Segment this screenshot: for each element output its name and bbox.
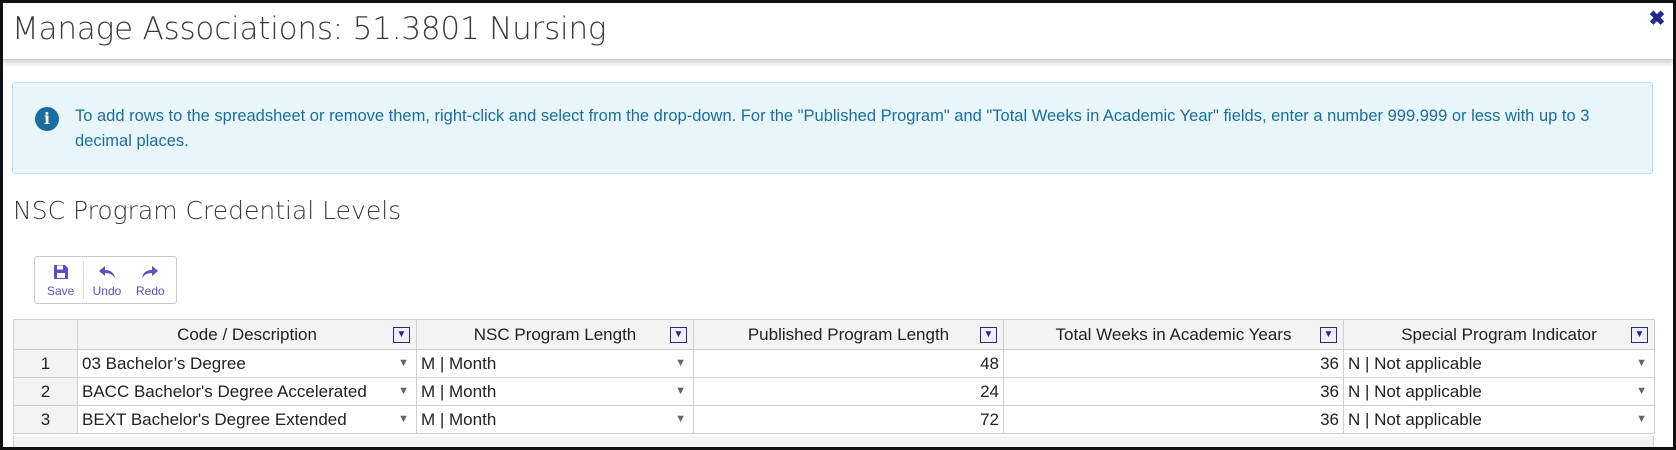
total-weeks-cell[interactable]: 36 xyxy=(1003,405,1344,434)
special-indicator-cell[interactable]: N | Not applicable ▼ xyxy=(1343,405,1655,434)
code-value: BEXT Bachelor's Degree Extended xyxy=(82,409,347,429)
dropdown-arrow-icon[interactable]: ▼ xyxy=(675,385,686,397)
nsc-length-value: M | Month xyxy=(421,353,497,373)
save-icon xyxy=(53,261,69,283)
column-header-code[interactable]: Code / Description ▼ xyxy=(77,319,417,350)
nsc-length-cell[interactable]: M | Month ▼ xyxy=(416,349,694,378)
code-value: BACC Bachelor's Degree Accelerated xyxy=(82,381,367,401)
table-row: 3 BEXT Bachelor's Degree Extended ▼ M | M… xyxy=(13,405,1655,434)
column-menu-icon[interactable]: ▼ xyxy=(980,327,997,343)
undo-button[interactable]: Undo xyxy=(85,261,128,301)
column-header-special-indicator[interactable]: Special Program Indicator ▼ xyxy=(1343,319,1655,350)
save-button[interactable]: Save xyxy=(39,261,82,301)
info-alert: i To add rows to the spreadsheet or remo… xyxy=(12,82,1653,174)
credential-levels-grid: Code / Description ▼ NSC Program Length … xyxy=(13,319,1655,434)
published-length-cell[interactable]: 72 xyxy=(693,405,1004,434)
published-length-cell[interactable]: 24 xyxy=(693,377,1004,406)
dropdown-arrow-icon[interactable]: ▼ xyxy=(1636,357,1647,369)
column-header-label: Total Weeks in Academic Years xyxy=(1055,324,1292,344)
column-header-label: Published Program Length xyxy=(747,324,950,344)
special-indicator-value: N | Not applicable xyxy=(1348,353,1482,373)
published-length-cell[interactable]: 48 xyxy=(693,349,1004,378)
column-menu-icon[interactable]: ▼ xyxy=(393,327,410,343)
code-cell[interactable]: BEXT Bachelor's Degree Extended ▼ xyxy=(77,405,417,434)
grid-header-row: Code / Description ▼ NSC Program Length … xyxy=(13,319,1655,350)
undo-label: Undo xyxy=(92,284,122,298)
toolbar-divider xyxy=(83,261,85,299)
dropdown-arrow-icon[interactable]: ▼ xyxy=(675,413,686,425)
special-indicator-value: N | Not applicable xyxy=(1348,381,1482,401)
dropdown-arrow-icon[interactable]: ▼ xyxy=(1636,413,1647,425)
column-header-label: Special Program Indicator xyxy=(1401,324,1597,344)
total-weeks-cell[interactable]: 36 xyxy=(1003,377,1344,406)
redo-button[interactable]: Redo xyxy=(129,261,172,301)
nsc-length-cell[interactable]: M | Month ▼ xyxy=(416,377,694,406)
dropdown-arrow-icon[interactable]: ▼ xyxy=(398,413,409,425)
row-number[interactable]: 2 xyxy=(13,377,78,406)
modal-title: Manage Associations: 51.3801 Nursing xyxy=(12,11,607,47)
undo-icon xyxy=(98,261,116,283)
info-icon: i xyxy=(35,107,59,131)
column-header-label: NSC Program Length xyxy=(473,324,637,344)
close-icon[interactable]: ✖ xyxy=(1647,9,1667,29)
column-menu-icon[interactable]: ▼ xyxy=(1320,327,1337,343)
manage-associations-modal: Manage Associations: 51.3801 Nursing ✖ i… xyxy=(0,0,1676,450)
redo-icon xyxy=(141,261,159,283)
row-number[interactable]: 3 xyxy=(13,405,78,434)
special-indicator-cell[interactable]: N | Not applicable ▼ xyxy=(1343,349,1655,378)
grid-toolbar: Save Undo Redo xyxy=(34,256,177,304)
nsc-length-cell[interactable]: M | Month ▼ xyxy=(416,405,694,434)
dropdown-arrow-icon[interactable]: ▼ xyxy=(675,357,686,369)
column-header-label: Code / Description xyxy=(177,324,317,344)
table-row: 1 03 Bachelor’s Degree ▼ M | Month ▼ 48 36… xyxy=(13,349,1655,378)
column-menu-icon[interactable]: ▼ xyxy=(670,327,687,343)
redo-label: Redo xyxy=(135,284,165,298)
column-header-published-length[interactable]: Published Program Length ▼ xyxy=(693,319,1004,350)
special-indicator-cell[interactable]: N | Not applicable ▼ xyxy=(1343,377,1655,406)
nsc-length-value: M | Month xyxy=(421,409,497,429)
dropdown-arrow-icon[interactable]: ▼ xyxy=(398,385,409,397)
column-header-nsc-length[interactable]: NSC Program Length ▼ xyxy=(416,319,694,350)
alert-text: To add rows to the spreadsheet or remove… xyxy=(75,107,1590,150)
grid-scroll-area[interactable] xyxy=(13,436,1654,447)
table-row: 2 BACC Bachelor's Degree Accelerated ▼ M … xyxy=(13,377,1655,406)
dropdown-arrow-icon[interactable]: ▼ xyxy=(398,357,409,369)
special-indicator-value: N | Not applicable xyxy=(1348,409,1482,429)
section-title: NSC Program Credential Levels xyxy=(13,196,402,225)
code-value: 03 Bachelor’s Degree xyxy=(82,353,246,373)
save-label: Save xyxy=(46,284,75,298)
code-cell[interactable]: 03 Bachelor’s Degree ▼ xyxy=(77,349,417,378)
code-cell[interactable]: BACC Bachelor's Degree Accelerated ▼ xyxy=(77,377,417,406)
row-number-header xyxy=(13,319,78,350)
nsc-length-value: M | Month xyxy=(421,381,497,401)
column-header-total-weeks[interactable]: Total Weeks in Academic Years ▼ xyxy=(1003,319,1344,350)
total-weeks-cell[interactable]: 36 xyxy=(1003,349,1344,378)
modal-header: Manage Associations: 51.3801 Nursing ✖ xyxy=(3,3,1673,60)
row-number[interactable]: 1 xyxy=(13,349,78,378)
column-menu-icon[interactable]: ▼ xyxy=(1631,327,1648,343)
dropdown-arrow-icon[interactable]: ▼ xyxy=(1636,385,1647,397)
